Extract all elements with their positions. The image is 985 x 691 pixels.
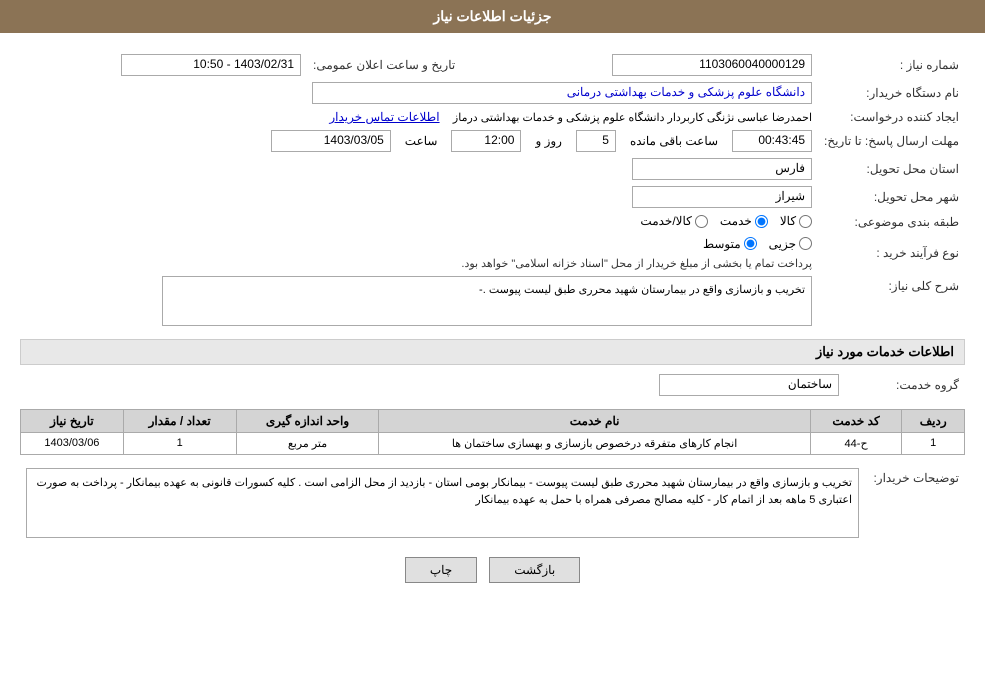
print-button[interactable]: چاپ	[405, 557, 477, 583]
purchase-type-radio-partial[interactable]	[799, 237, 812, 250]
need-number-value: 1103060040000129	[612, 54, 812, 76]
col-quantity: تعداد / مقدار	[123, 409, 236, 432]
row-num: 1	[902, 432, 965, 454]
province-label: استان محل تحویل:	[818, 155, 965, 183]
service-group-value: ساختمان	[659, 374, 839, 396]
buttons-row: بازگشت چاپ	[20, 557, 965, 583]
response-date: 1403/03/05	[271, 130, 391, 152]
purchase-type-partial[interactable]: جزیی	[769, 237, 812, 251]
category-radio-both[interactable]	[695, 215, 708, 228]
category-label: طبقه بندی موضوعی:	[818, 211, 965, 234]
category-option-kala[interactable]: کالا	[780, 214, 812, 228]
col-row-num: ردیف	[902, 409, 965, 432]
purchase-type-radio-medium[interactable]	[744, 237, 757, 250]
announce-label: تاریخ و ساعت اعلان عمومی:	[307, 51, 461, 79]
description-label: شرح کلی نیاز:	[818, 273, 965, 329]
unit: متر مربع	[236, 432, 379, 454]
services-section-title: اطلاعات خدمات مورد نیاز	[20, 339, 965, 365]
day-label: روز و	[535, 134, 562, 148]
need-number-label: شماره نیاز :	[818, 51, 965, 79]
city-value: شیراز	[632, 186, 812, 208]
notes-value: تخریب و بازسازی واقع در بیمارستان شهید م…	[26, 468, 859, 538]
org-name-label: نام دستگاه خریدار:	[818, 79, 965, 107]
quantity: 1	[123, 432, 236, 454]
purchase-type-medium[interactable]: متوسط	[703, 237, 757, 251]
need-date: 1403/03/06	[21, 432, 124, 454]
org-name-value: دانشگاه علوم پزشکی و خدمات بهداشتی درمان…	[312, 82, 812, 104]
table-row: 1 ح-44 انجام کارهای متفرقه درخصوص بازساز…	[21, 432, 965, 454]
purchase-type-radio-group: جزیی متوسط	[26, 237, 812, 251]
creator-value: احمدرضا عباسی نژنگی کاربردار دانشگاه علو…	[453, 112, 812, 124]
description-value: تخریب و بازسازی واقع در بیمارستان شهید م…	[162, 276, 812, 326]
countdown-value: 00:43:45	[732, 130, 812, 152]
notes-label: توضیحات خریدار:	[865, 465, 965, 541]
category-radio-group: کالا خدمت کالا/خدمت	[640, 214, 812, 228]
announce-value: 1403/02/31 - 10:50	[121, 54, 301, 76]
service-group-label: گروه خدمت:	[845, 371, 965, 399]
back-button[interactable]: بازگشت	[489, 557, 580, 583]
response-deadline-label: مهلت ارسال پاسخ: تا تاریخ:	[818, 127, 965, 155]
contact-link[interactable]: اطلاعات تماس خریدار	[329, 110, 439, 124]
category-option-khedmat[interactable]: خدمت	[720, 214, 768, 228]
time-label: ساعت	[405, 134, 438, 148]
col-service-name: نام خدمت	[379, 409, 810, 432]
purchase-type-label: نوع فرآیند خرید :	[818, 234, 965, 273]
header-title: جزئیات اطلاعات نیاز	[433, 8, 551, 24]
category-radio-khedmat[interactable]	[755, 215, 768, 228]
page-header: جزئیات اطلاعات نیاز	[0, 0, 985, 33]
response-days: 5	[576, 130, 616, 152]
response-time: 12:00	[451, 130, 521, 152]
service-name: انجام کارهای متفرقه درخصوص بازسازی و بهس…	[379, 432, 810, 454]
category-option-both[interactable]: کالا/خدمت	[640, 214, 707, 228]
creator-label: ایجاد کننده درخواست:	[818, 107, 965, 127]
remaining-label: ساعت باقی مانده	[630, 134, 718, 148]
col-unit: واحد اندازه گیری	[236, 409, 379, 432]
category-radio-kala[interactable]	[799, 215, 812, 228]
col-service-code: کد خدمت	[810, 409, 902, 432]
province-value: فارس	[632, 158, 812, 180]
purchase-desc: پرداخت تمام یا بخشی از مبلغ خریدار از مح…	[26, 257, 812, 270]
city-label: شهر محل تحویل:	[818, 183, 965, 211]
service-code: ح-44	[810, 432, 902, 454]
col-date: تاریخ نیاز	[21, 409, 124, 432]
